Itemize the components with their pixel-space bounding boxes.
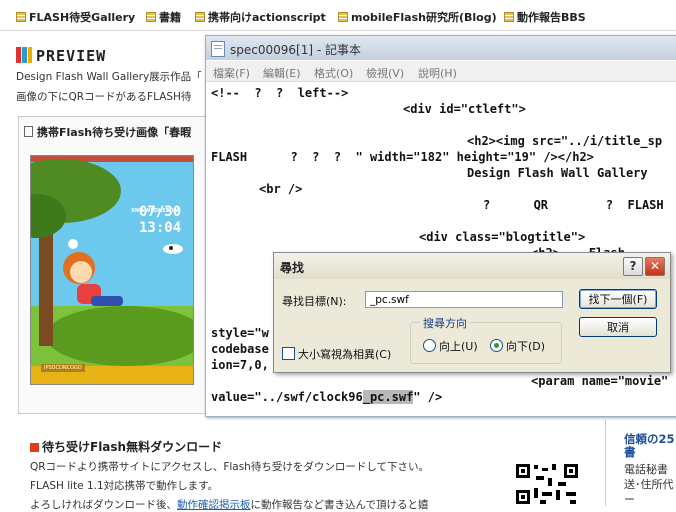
direction-up-radio[interactable]: 向上(U): [423, 338, 478, 354]
sidebar-ad-text: 電話秘書送･住所代ー: [624, 462, 676, 507]
notepad-menu-bar: 檔案(F) 編輯(E) 格式(O) 檢視(V) 說明(H): [206, 61, 676, 82]
radio-selected-icon: [490, 339, 503, 352]
download-heading: 待ち受けFlash無料ダウンロード: [30, 438, 222, 455]
cancel-button[interactable]: 取消: [579, 317, 657, 337]
sidebar-divider: [605, 420, 606, 506]
menu-edit[interactable]: 編輯(E): [263, 65, 301, 81]
code-line: style="w: [211, 326, 269, 340]
code-line: <div class="blogtitle">: [419, 230, 586, 244]
code-line: <div id="ctleft">: [403, 102, 526, 116]
report-note-text: に動作報告など書き込んで頂けると嬉: [250, 499, 429, 511]
download-report-note: よろしければダウンロード後、動作確認掲示板に動作報告など書き込んで頂けると嬉: [30, 497, 428, 512]
menu-help[interactable]: 說明(H): [418, 65, 457, 81]
download-compat-note: FLASH lite 1.1対応携帯で動作します。: [30, 480, 219, 492]
notepad-icon: [211, 41, 225, 57]
code-line: Design Flash Wall Gallery: [467, 166, 648, 180]
code-line: value="../swf/clock96_pc.swf" />: [211, 390, 442, 404]
find-dialog-title: 尋找: [280, 261, 305, 275]
code-text: " />: [413, 390, 443, 404]
list-icon: [504, 12, 514, 22]
code-line: ? QR ? FLASH: [483, 198, 664, 212]
radio-icon: [423, 339, 436, 352]
report-note-text: よろしければダウンロード後、: [30, 499, 177, 511]
code-text: value="../swf/clock96: [211, 390, 363, 404]
sidebar-ad-title-line: 信頼の25: [624, 432, 675, 446]
nav-link-label: 携帯向けactionscript: [208, 11, 326, 24]
wallpaper-label: IPSDCDNCOGD: [41, 364, 85, 372]
nav-link-actionscript[interactable]: 携帯向けactionscript: [195, 9, 326, 25]
notepad-title-bar[interactable]: spec00096[1] - 記事本: [206, 36, 676, 60]
notepad-title: spec00096[1] - 記事本: [230, 43, 361, 57]
code-line: <param name="movie": [531, 374, 669, 388]
direction-up-label: 向上(U): [439, 340, 478, 353]
download-instructions: QRコードより携帯サイトにアクセスし、Flash待ち受けをダウンロードして下さい…: [30, 461, 430, 473]
sidebar-ad-line: ー: [624, 493, 635, 506]
code-line: <br />: [259, 182, 303, 196]
find-what-input[interactable]: [365, 291, 563, 308]
download-heading-text: 待ち受けFlash無料ダウンロード: [42, 440, 223, 454]
direction-label: 搜尋方向: [420, 315, 470, 331]
bullet-icon: [30, 443, 39, 452]
wallpaper-time: 13:04: [139, 220, 182, 236]
page-icon: [24, 126, 33, 137]
list-icon: [338, 12, 348, 22]
find-dialog: 尋找 ? ✕ 尋找目標(N): 找下一個(F) 取消 搜尋方向 向上(U) 向下…: [273, 252, 671, 373]
sidebar-ad-title-line: 書: [624, 445, 636, 459]
nav-link-books[interactable]: 書籍: [146, 9, 181, 25]
wallpaper-illustration: [31, 159, 193, 384]
direction-down-radio[interactable]: 向下(D): [490, 338, 545, 354]
card-title-text: 携帯Flash待ち受け画像「春暇: [37, 126, 192, 139]
nav-link-blog[interactable]: mobileFlash研究所(Blog): [338, 9, 497, 25]
nav-link-label: FLASH待受Gallery: [29, 11, 136, 24]
nav-link-label: 書籍: [159, 11, 181, 24]
list-icon: [195, 12, 205, 22]
sidebar-ad-title[interactable]: 信頼の25 書: [624, 433, 676, 459]
qr-code: [514, 462, 580, 506]
preview-heading-text: PREVIEW: [36, 47, 107, 65]
help-button[interactable]: ?: [623, 257, 643, 276]
find-what-label: 尋找目標(N):: [282, 295, 347, 308]
match-case-checkbox[interactable]: 大小寫視為相異(C): [282, 346, 391, 362]
find-next-button[interactable]: 找下一個(F): [579, 289, 657, 309]
preview-logo-icon: [16, 47, 32, 63]
checkbox-icon: [282, 347, 295, 360]
nav-link-label: 動作報告BBS: [517, 11, 586, 24]
menu-format[interactable]: 格式(O): [314, 65, 353, 81]
wallpaper-date: 07/30: [139, 204, 182, 220]
nav-link-label: mobileFlash研究所(Blog): [351, 11, 497, 24]
preview-heading: PREVIEW: [16, 47, 106, 65]
search-match-highlight: _pc.swf: [362, 390, 414, 404]
code-line: <h2><img src="../i/title_sp: [467, 134, 663, 148]
bbs-link[interactable]: 動作確認掲示板: [177, 499, 251, 511]
code-line: codebase: [211, 342, 269, 356]
code-line: <!-- ? ? left-->: [211, 86, 349, 100]
nav-link-bbs[interactable]: 動作報告BBS: [504, 9, 586, 25]
match-case-label: 大小寫視為相異(C): [298, 348, 392, 361]
menu-file[interactable]: 檔案(F): [213, 65, 250, 81]
nav-link-gallery[interactable]: FLASH待受Gallery: [16, 9, 135, 25]
list-icon: [146, 12, 156, 22]
description-line: Design Flash Wall Gallery展示作品「: [16, 71, 202, 83]
direction-down-label: 向下(D): [506, 340, 546, 353]
top-navigation: FLASH待受Gallery 書籍 携帯向けactionscript mobil…: [0, 0, 676, 31]
wallpaper-preview-image: XNN WEDNESDAY 07/30 13:04 IPSDCDNCOGD: [30, 155, 194, 385]
sidebar-ad-line: 電話秘書: [624, 463, 668, 476]
close-button[interactable]: ✕: [645, 257, 665, 276]
description-line: 画像の下にQRコードがあるFLASH待: [16, 91, 192, 103]
sidebar-ad-line: 送･住所代: [624, 478, 674, 491]
menu-view[interactable]: 檢視(V): [366, 65, 404, 81]
code-line: FLASH ? ? ? " width="182" height="19" />…: [211, 150, 594, 164]
list-icon: [16, 12, 26, 22]
card-title: 携帯Flash待ち受け画像「春暇: [24, 124, 191, 140]
code-line: ion=7,0,: [211, 358, 269, 372]
find-dialog-title-bar[interactable]: 尋找 ? ✕: [274, 253, 670, 279]
